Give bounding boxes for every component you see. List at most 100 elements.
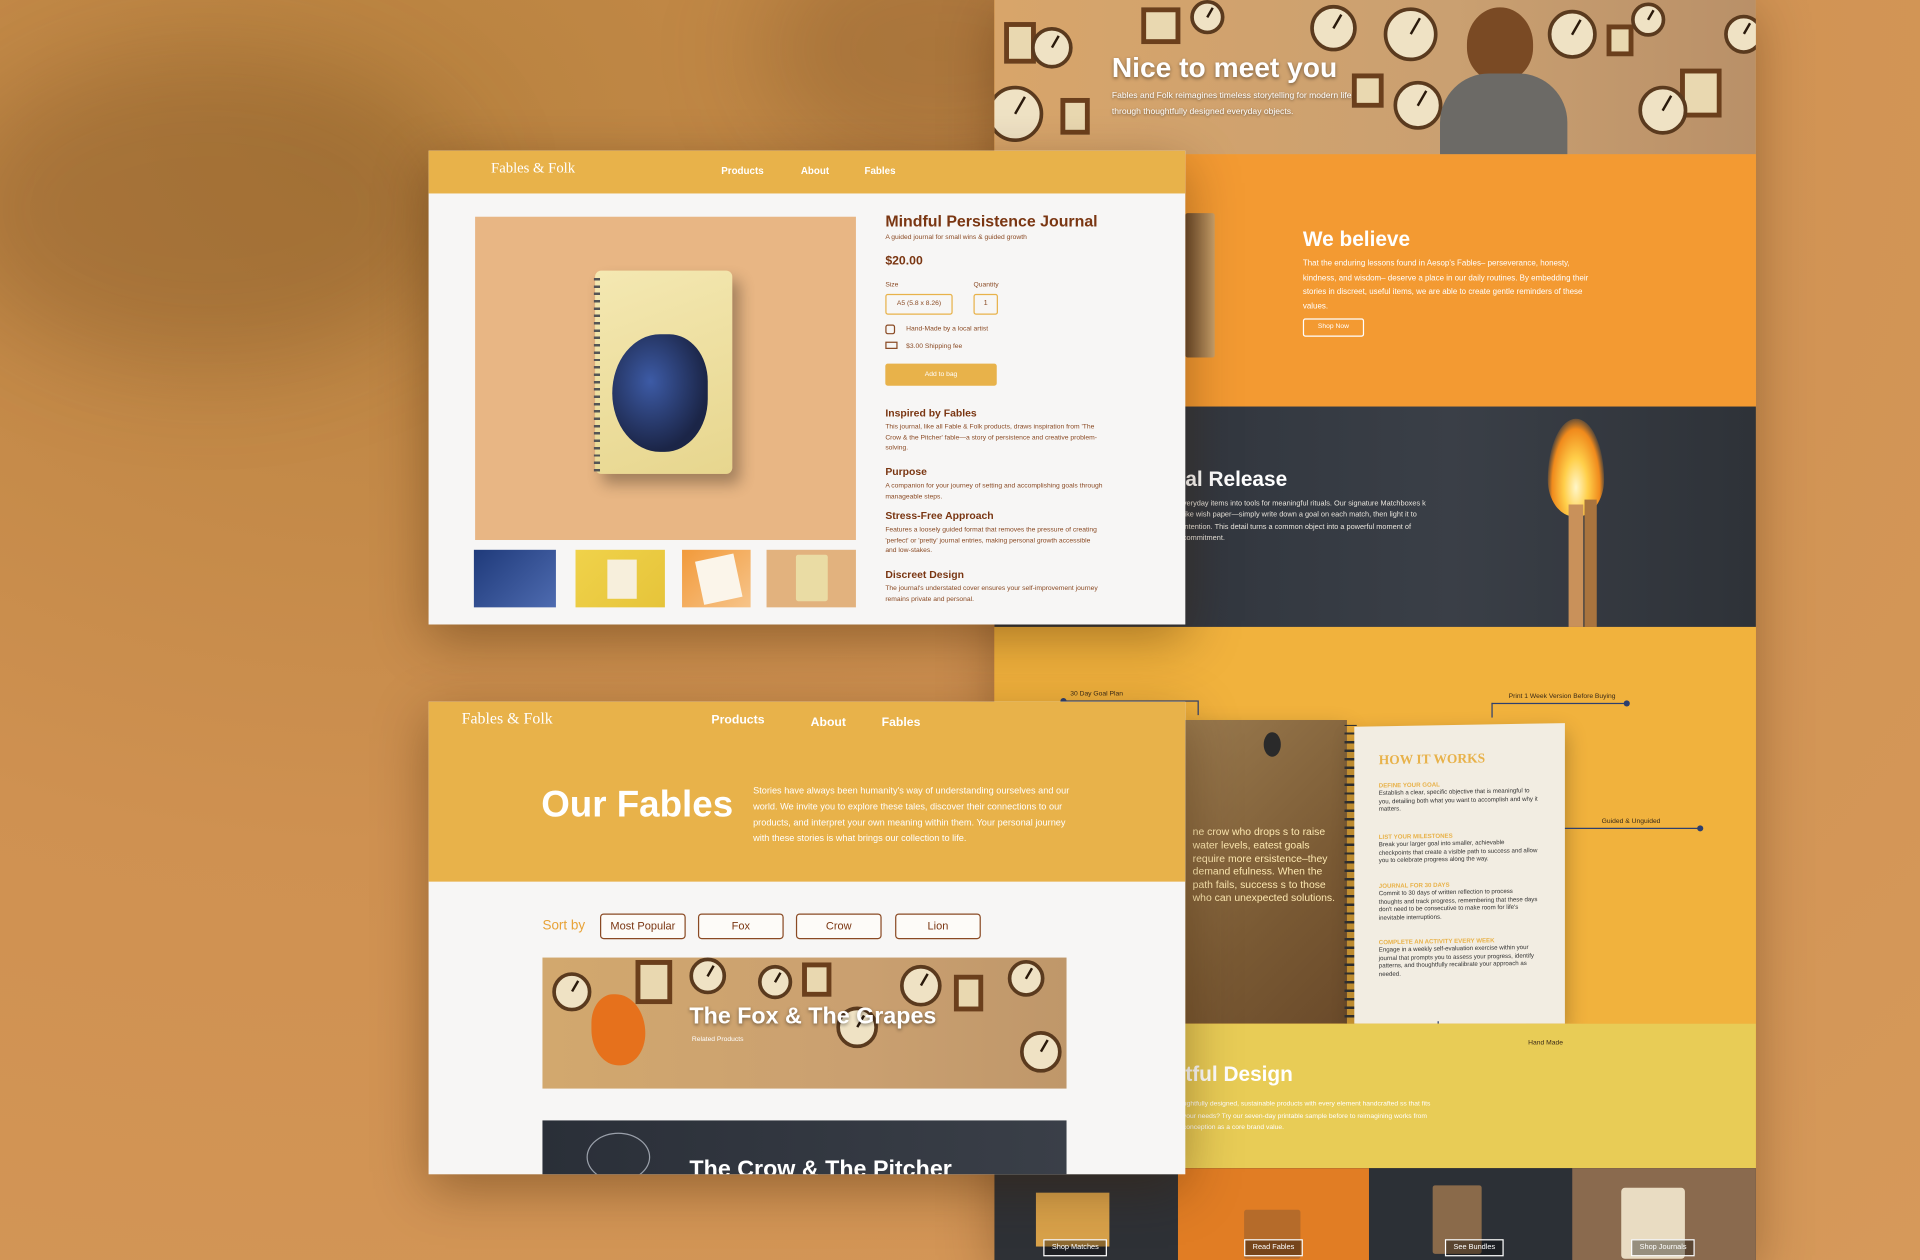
child-figure: [1263, 732, 1281, 757]
thumbnail-2[interactable]: [575, 549, 665, 608]
crow-illustration: [612, 334, 708, 452]
sort-label: Sort by: [542, 918, 586, 934]
sort-most-popular[interactable]: Most Popular: [600, 913, 686, 940]
callout-handmade: Hand Made: [1528, 1039, 1563, 1047]
thumbnail-3[interactable]: [682, 549, 751, 608]
clock-icon: [757, 964, 793, 1000]
clock-icon: [1190, 0, 1225, 35]
journal-edge-image: [1185, 213, 1215, 358]
match-stick: [1584, 499, 1597, 627]
nav-products[interactable]: Products: [711, 714, 764, 727]
see-bundles-button[interactable]: See Bundles: [1444, 1239, 1504, 1257]
step-text: Break your larger goal into smaller, ach…: [1378, 839, 1538, 865]
sort-lion[interactable]: Lion: [895, 913, 981, 940]
logo[interactable]: Fables & Folk: [491, 159, 575, 177]
callout-line: [1491, 702, 1627, 705]
sort-fox[interactable]: Fox: [697, 913, 784, 940]
fable-card-fox[interactable]: The Fox & The Grapes Related Products: [542, 957, 1067, 1089]
picture-frame: [953, 974, 984, 1012]
section-title: Discreet Design: [885, 568, 964, 581]
quantity-input[interactable]: 1: [973, 293, 998, 315]
page-quote: ne crow who drops s to raise water level…: [1192, 825, 1336, 904]
picture-frame: [1060, 97, 1090, 135]
sort-crow[interactable]: Crow: [795, 913, 882, 940]
handmade-text: Hand-Made by a local artist: [906, 325, 989, 334]
fable-subtitle: Related Products: [691, 1035, 744, 1044]
step-2: LIST YOUR MILESTONES Break your larger g…: [1379, 831, 1538, 865]
clock-icon: [1724, 14, 1756, 54]
size-select[interactable]: A5 (5.8 x 8.26): [885, 293, 953, 315]
clock-icon: [552, 972, 592, 1012]
clock-icon: [994, 85, 1044, 143]
shipping-text: $3.00 Shipping fee: [906, 342, 963, 351]
clock-icon: [1638, 85, 1688, 135]
shop-tile-journals: Shop Journals: [1572, 1168, 1756, 1260]
shop-matches-button[interactable]: Shop Matches: [1043, 1239, 1108, 1257]
hero-section: Nice to meet you Fables and Folk reimagi…: [994, 0, 1756, 155]
picture-frame: [1141, 7, 1181, 45]
size-label: Size: [885, 281, 899, 289]
release-text: veryday items into tools for meaningful …: [1182, 500, 1426, 543]
how-heading: HOW IT WORKS: [1378, 751, 1486, 768]
clock-icon: [1383, 7, 1438, 62]
section-text: This journal, like all Fable & Folk prod…: [885, 423, 1097, 453]
clock-icon: [1393, 80, 1443, 130]
read-fables-button[interactable]: Read Fables: [1244, 1239, 1303, 1257]
journal-right-page: HOW IT WORKS DEFINE YOUR GOAL Establish …: [1354, 723, 1565, 1024]
callout-line: [1564, 827, 1700, 829]
crow-illustration: [586, 1132, 651, 1175]
nav-about[interactable]: About: [811, 716, 846, 729]
callout-dot: [1623, 700, 1630, 707]
shop-tile-bundles: See Bundles: [1368, 1168, 1573, 1260]
logo[interactable]: Fables & Folk: [462, 709, 553, 729]
callout-dot: [1697, 825, 1704, 832]
picture-frame: [1606, 24, 1634, 57]
callout-line: [1197, 700, 1199, 716]
fable-card-crow[interactable]: The Crow & The Pitcher: [542, 1120, 1067, 1175]
step-text: Establish a clear, specific objective th…: [1378, 787, 1538, 814]
nav-about[interactable]: About: [801, 165, 829, 176]
top-nav: Fables & Folk Products About Fables: [428, 150, 1186, 194]
section-title: Inspired by Fables: [885, 406, 977, 419]
nav-fables[interactable]: Fables: [864, 165, 895, 176]
boy-shoulders: [1440, 73, 1568, 155]
shop-journals-button[interactable]: Shop Journals: [1631, 1239, 1696, 1257]
journal-left-page: ne crow who drops s to raise water level…: [1185, 720, 1347, 1024]
clock-icon: [1031, 26, 1073, 69]
quantity-label: Quantity: [973, 281, 999, 289]
thumbnail-1[interactable]: [473, 549, 556, 608]
product-subtitle: A guided journal for small wins & guided…: [885, 233, 1027, 242]
clock-icon: [900, 964, 942, 1007]
nav-products[interactable]: Products: [721, 165, 763, 176]
section-title: Purpose: [885, 465, 927, 478]
page-intro: Stories have always been humanity's way …: [753, 784, 1070, 844]
fox-illustration: [591, 994, 646, 1066]
spiral-binding: [593, 275, 601, 472]
add-to-bag-button[interactable]: Add to bag: [885, 363, 997, 386]
thumbnail-4[interactable]: [766, 549, 856, 608]
product-title: Mindful Persistence Journal: [885, 211, 1098, 231]
shop-now-button[interactable]: Shop Now: [1302, 318, 1365, 337]
shop-strip: Shop Matches Read Fables See Bundles Sho…: [994, 1168, 1756, 1260]
believe-text: That the enduring lessons found in Aesop…: [1302, 259, 1589, 311]
callout-goal-plan: 30 Day Goal Plan: [1070, 690, 1124, 698]
picture-frame: [802, 962, 832, 997]
callout-guided: Guided & Unguided: [1601, 817, 1661, 826]
section-text: A companion for your journey of setting …: [885, 482, 1103, 501]
section-text: Features a loosely guided format that re…: [885, 526, 1097, 555]
nav-fables[interactable]: Fables: [882, 716, 921, 729]
clock-icon: [1631, 2, 1666, 37]
hero-title: Nice to meet you: [1111, 51, 1338, 84]
clock-icon: [689, 957, 727, 995]
step-3: JOURNAL FOR 30 DAYS Commit to 30 days of…: [1379, 880, 1538, 922]
believe-title: We believe: [1302, 227, 1411, 252]
section-title: Stress-Free Approach: [885, 509, 994, 522]
match-stick: [1568, 504, 1584, 627]
step-4: COMPLETE AN ACTIVITY EVERY WEEK Engage i…: [1379, 937, 1538, 979]
picture-frame: [635, 960, 673, 1005]
clock-icon: [1007, 960, 1045, 997]
callout-print-version: Print 1 Week Version Before Buying: [1508, 693, 1616, 701]
boy-head: [1466, 7, 1534, 81]
clock-icon: [1020, 1031, 1062, 1073]
product-main-image[interactable]: [475, 216, 856, 541]
